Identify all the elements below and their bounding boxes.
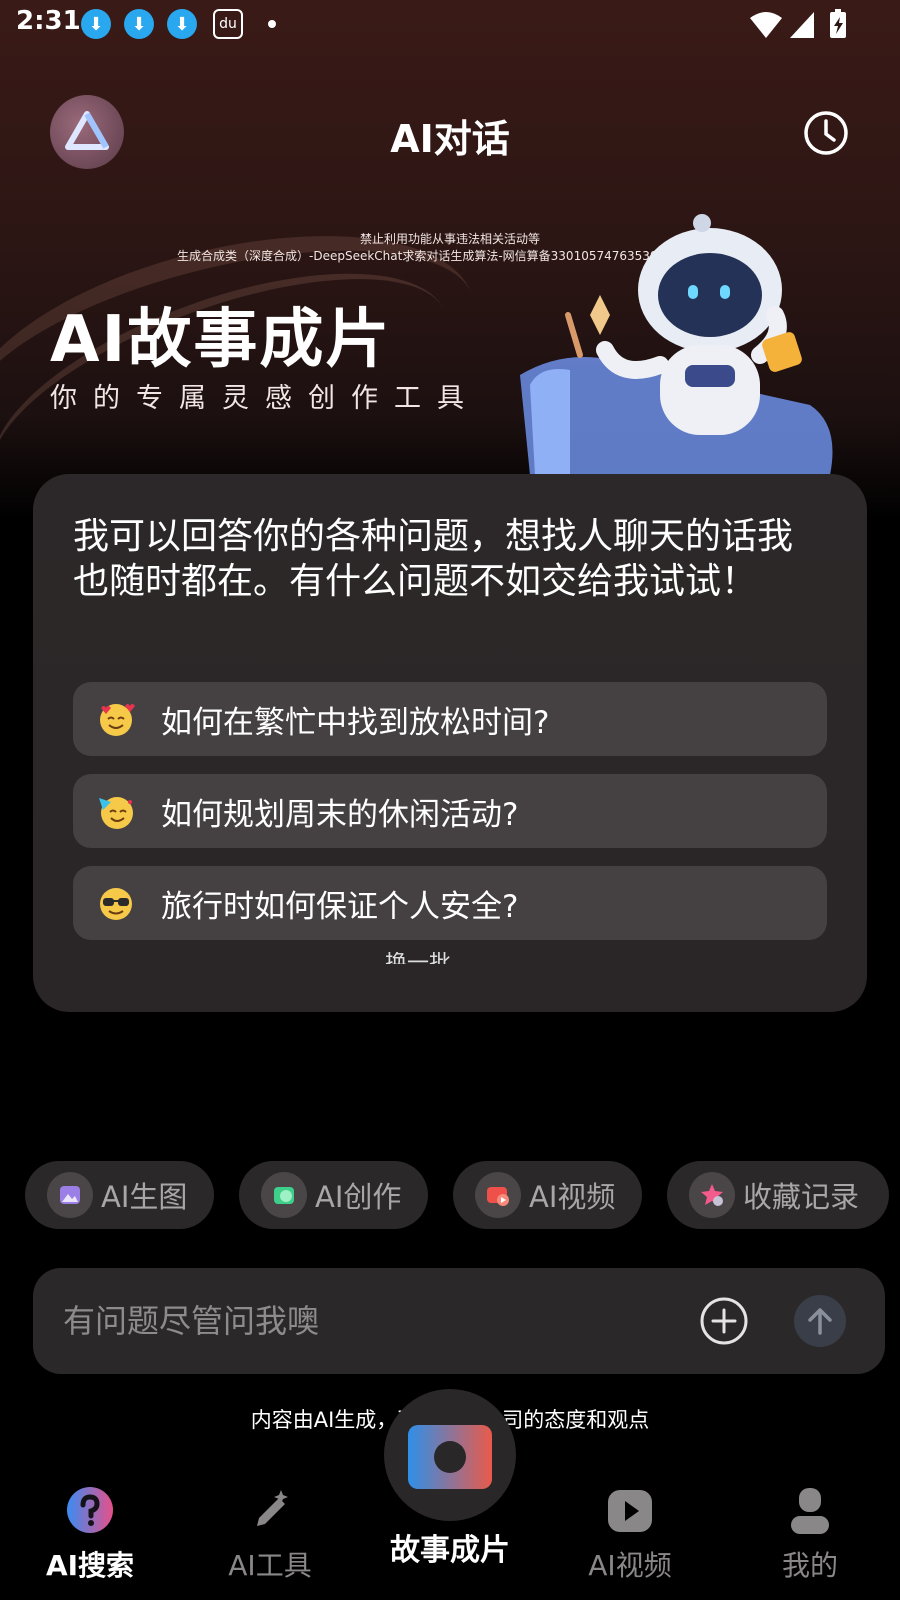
refresh-suggestions-link[interactable]: 换一批 <box>385 952 451 964</box>
baidu-paw-icon: du <box>213 9 243 39</box>
banner-title[interactable]: AI故事成片 <box>50 288 391 380</box>
chat-input-bar <box>33 1268 885 1374</box>
chat-input[interactable] <box>63 1296 663 1346</box>
history-clock-icon[interactable] <box>803 110 849 156</box>
tool-chip-label: 收藏记录 <box>743 1180 860 1214</box>
notification-dot-icon <box>268 20 276 28</box>
tool-chip-ai-image[interactable]: AI生图 <box>25 1161 214 1229</box>
signal-battery-icons <box>750 9 846 38</box>
partying-face-icon <box>99 797 133 829</box>
wifi-icon <box>750 12 782 38</box>
suggestion-text: 如何规划周末的休闲活动? <box>161 796 519 833</box>
nav-label-story-video[interactable]: 故事成片 <box>0 1525 900 1569</box>
robot-mascot-illustration <box>520 214 833 475</box>
suggestion-text: 旅行时如何保证个人安全? <box>161 888 519 925</box>
download-icon: ⬇ <box>167 9 197 39</box>
suggestion-item[interactable]: 如何在繁忙中找到放松时间? <box>73 682 827 756</box>
camera-icon <box>408 1425 492 1489</box>
image-icon <box>47 1172 93 1218</box>
chat-welcome-card: 我可以回答你的各种问题，想找人聊天的话我也随时都在。有什么问题不如交给我试试！ … <box>33 474 867 1012</box>
suggestion-text: 如何在繁忙中找到放松时间? <box>161 704 550 741</box>
banner-subtitle: 你的专属灵感创作工具 <box>50 383 480 414</box>
add-attachment-icon[interactable] <box>698 1295 750 1347</box>
tool-chip-ai-create[interactable]: AI创作 <box>239 1161 428 1229</box>
suggestion-item[interactable]: 如何规划周末的休闲活动? <box>73 774 827 848</box>
suggestion-item[interactable]: 旅行时如何保证个人安全? <box>73 866 827 940</box>
smiling-face-with-hearts-icon <box>100 704 135 736</box>
tool-chip-ai-video[interactable]: AI视频 <box>453 1161 642 1229</box>
download-icon: ⬇ <box>81 9 111 39</box>
tool-chip-label: AI创作 <box>315 1180 402 1214</box>
cell-signal-icon <box>790 12 814 38</box>
page-title: AI对话 <box>390 117 510 161</box>
video-icon <box>475 1172 521 1218</box>
star-icon <box>689 1172 735 1218</box>
tool-chip-label: AI生图 <box>101 1180 188 1214</box>
tool-chip-label: AI视频 <box>529 1180 616 1214</box>
story-video-fab[interactable] <box>384 1389 516 1521</box>
tool-chip-favorites[interactable]: 收藏记录 <box>667 1161 889 1229</box>
status-time: 2:31 <box>16 6 81 36</box>
send-button[interactable] <box>794 1295 846 1347</box>
arrow-up-icon <box>808 1308 832 1335</box>
download-icon: ⬇ <box>124 9 154 39</box>
welcome-message: 我可以回答你的各种问题，想找人聊天的话我也随时都在。有什么问题不如交给我试试！ <box>73 516 794 602</box>
create-icon <box>261 1172 307 1218</box>
smiling-face-with-sunglasses-icon <box>100 888 132 920</box>
status-bar: 2:31 ⬇ ⬇ ⬇ du <box>0 0 900 48</box>
